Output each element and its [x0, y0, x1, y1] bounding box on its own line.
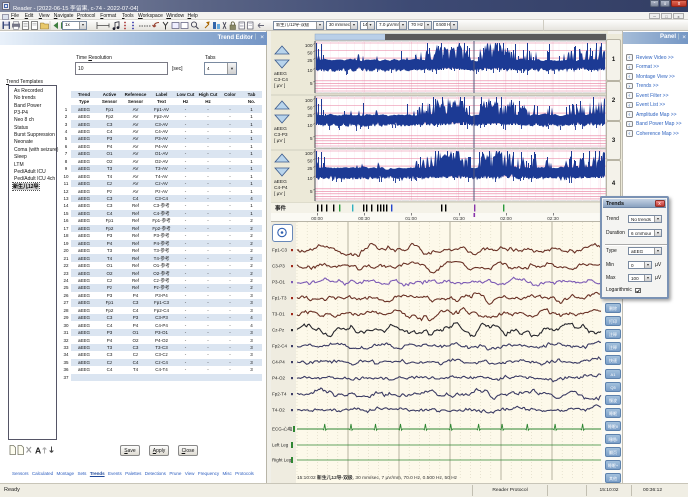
svg-text:Fp2-C4: Fp2-C4 [272, 344, 288, 349]
svg-text:15:10:02 新生儿12导-双极, 30 mm/sec,: 15:10:02 新生儿12导-双极, 30 mm/sec, 7 µV/mm, … [297, 474, 458, 481]
svg-text:10: 10 [307, 68, 313, 73]
svg-text:Cz-Pz: Cz-Pz [272, 328, 285, 333]
svg-text:50: 50 [307, 51, 313, 56]
svg-text:10: 10 [307, 123, 313, 128]
svg-text:A: A [35, 446, 41, 456]
svg-text:C4-P4: C4-P4 [272, 360, 285, 365]
svg-text:Fp2-T4: Fp2-T4 [272, 392, 287, 397]
svg-text:[ µV ]: [ µV ] [274, 83, 285, 89]
svg-text:aEEG: aEEG [274, 179, 287, 185]
svg-text:P4-O2: P4-O2 [272, 376, 286, 381]
svg-text:100: 100 [305, 43, 313, 48]
svg-text:10: 10 [307, 176, 313, 181]
svg-text:C3-C4: C3-C4 [274, 77, 288, 83]
svg-text:Fp1-C3: Fp1-C3 [272, 248, 288, 253]
svg-text:P3-O1: P3-O1 [272, 280, 286, 285]
svg-text:aEEG: aEEG [274, 71, 287, 77]
svg-text:25: 25 [307, 113, 313, 118]
svg-text:C4-P4: C4-P4 [274, 185, 288, 191]
svg-text:Left Leg: Left Leg [272, 443, 289, 448]
svg-text:ECG-心电: ECG-心电 [272, 426, 293, 432]
svg-text:5: 5 [310, 189, 313, 194]
svg-text:00:30: 00:30 [358, 216, 370, 221]
svg-text:100: 100 [305, 98, 313, 103]
svg-text:事件: 事件 [275, 204, 287, 212]
svg-text:Right Leg: Right Leg [272, 458, 292, 463]
svg-text:5: 5 [310, 136, 313, 141]
svg-text:25: 25 [307, 166, 313, 171]
svg-text:50: 50 [307, 159, 313, 164]
svg-text:C3-P3: C3-P3 [272, 264, 285, 269]
svg-text:[ µV ]: [ µV ] [274, 138, 285, 144]
svg-text:50: 50 [307, 106, 313, 111]
svg-text:Fp1-T3: Fp1-T3 [272, 296, 287, 301]
svg-text:T4-O2: T4-O2 [272, 408, 285, 413]
svg-text:100: 100 [305, 151, 313, 156]
svg-text:[ µV ]: [ µV ] [274, 191, 285, 197]
svg-text:C3-P3: C3-P3 [274, 132, 288, 138]
svg-text:01:00: 01:00 [405, 216, 417, 221]
svg-text:01:30: 01:30 [453, 216, 465, 221]
svg-text:00:00: 00:00 [311, 216, 323, 221]
svg-text:T3-O1: T3-O1 [272, 312, 285, 317]
svg-text:5: 5 [310, 81, 313, 86]
svg-text:aEEG: aEEG [274, 126, 287, 132]
svg-text:02:30: 02:30 [547, 216, 559, 221]
svg-text:02:00: 02:00 [500, 216, 512, 221]
svg-text:25: 25 [307, 58, 313, 63]
